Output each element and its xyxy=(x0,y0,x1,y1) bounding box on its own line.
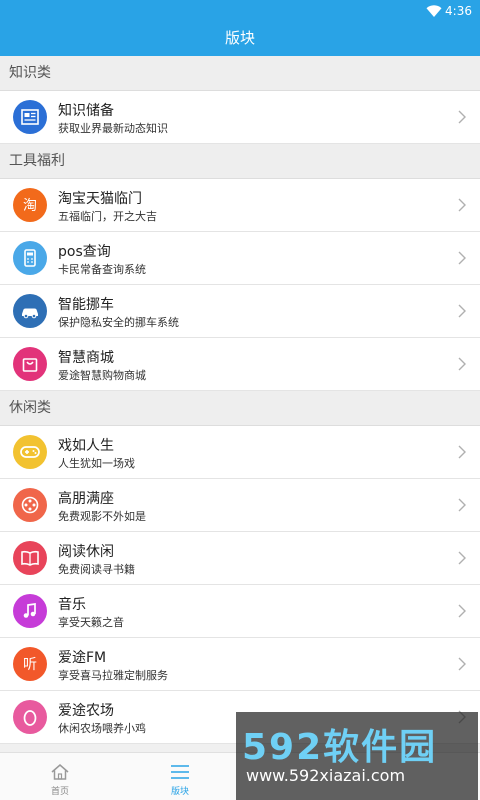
page-title: 版块 xyxy=(0,24,480,56)
item-subtitle: 免费阅读寻书籍 xyxy=(58,563,135,576)
watermark-url: www.592xiazai.com xyxy=(246,766,406,785)
item-subtitle: 卡民常备查询系统 xyxy=(58,263,146,276)
item-subtitle: 享受喜马拉雅定制服务 xyxy=(58,669,168,682)
film-reel-icon xyxy=(13,488,47,522)
item-title: pos查询 xyxy=(58,244,111,260)
chevron-right-icon xyxy=(458,198,466,212)
item-subtitle: 爱途智慧购物商城 xyxy=(58,369,146,382)
svg-text:听: 听 xyxy=(23,657,37,673)
section-header-knowledge: 知识类 xyxy=(0,56,480,91)
list-item-music[interactable]: 音乐 享受天籁之音 xyxy=(0,585,480,638)
list-item-reading[interactable]: 阅读休闲 免费阅读寻书籍 xyxy=(0,532,480,585)
item-subtitle: 保护隐私安全的挪车系统 xyxy=(58,316,179,329)
chevron-right-icon xyxy=(458,498,466,512)
watermark-brand: 592软件园 xyxy=(242,727,438,768)
tab-board-label: 版块 xyxy=(170,787,189,797)
newspaper-icon xyxy=(13,100,47,134)
item-title: 阅读休闲 xyxy=(58,544,114,560)
item-title: 智能挪车 xyxy=(58,297,114,313)
item-title: 知识储备 xyxy=(58,103,114,119)
list-item-knowledge-reserve[interactable]: 知识储备 获取业界最新动态知识 xyxy=(0,91,480,144)
chevron-right-icon xyxy=(458,251,466,265)
list-item-smart-mall[interactable]: 智慧商城 爱途智慧购物商城 xyxy=(0,338,480,391)
shopping-bag-icon xyxy=(13,347,47,381)
music-note-icon xyxy=(13,594,47,628)
status-time: 4:36 xyxy=(445,4,472,18)
chevron-right-icon xyxy=(458,110,466,124)
chevron-right-icon xyxy=(458,304,466,318)
car-icon xyxy=(13,294,47,328)
list-item-pos-query[interactable]: pos查询 卡民常备查询系统 xyxy=(0,232,480,285)
item-title: 智慧商城 xyxy=(58,350,114,366)
taobao-icon: 淘 xyxy=(13,188,47,222)
chevron-right-icon xyxy=(458,604,466,618)
tab-home-label: 首页 xyxy=(50,787,69,797)
svg-text:淘: 淘 xyxy=(23,198,37,214)
item-subtitle: 享受天籁之音 xyxy=(58,616,124,629)
chevron-right-icon xyxy=(458,357,466,371)
chevron-right-icon xyxy=(458,445,466,459)
item-title: 爱途农场 xyxy=(58,703,114,719)
item-title: 爱途FM xyxy=(58,650,107,666)
item-subtitle: 免费观影不外如是 xyxy=(58,510,146,523)
tab-home[interactable]: 首页 xyxy=(0,753,120,800)
list-item-smart-parking[interactable]: 智能挪车 保护隐私安全的挪车系统 xyxy=(0,285,480,338)
item-subtitle: 五福临门，开之大吉 xyxy=(58,210,157,223)
item-title: 戏如人生 xyxy=(58,438,114,454)
wifi-icon xyxy=(426,5,442,17)
status-bar: 4:36 xyxy=(0,0,480,24)
section-header-leisure: 休闲类 xyxy=(0,391,480,426)
section-header-tools: 工具福利 xyxy=(0,144,480,179)
egg-icon xyxy=(13,700,47,734)
list-item-movies[interactable]: 高朋满座 免费观影不外如是 xyxy=(0,479,480,532)
pos-terminal-icon xyxy=(13,241,47,275)
chevron-right-icon xyxy=(458,657,466,671)
list-item-fm[interactable]: 听 爱途FM 享受喜马拉雅定制服务 xyxy=(0,638,480,691)
home-icon xyxy=(51,764,69,780)
tab-board[interactable]: 版块 xyxy=(120,753,240,800)
menu-icon xyxy=(171,765,189,779)
list-item-game[interactable]: 戏如人生 人生犹如一场戏 xyxy=(0,426,480,479)
item-subtitle: 休闲农场喂养小鸡 xyxy=(58,722,146,735)
list-item-taobao[interactable]: 淘 淘宝天猫临门 五福临门，开之大吉 xyxy=(0,179,480,232)
item-subtitle: 人生犹如一场戏 xyxy=(58,457,135,470)
item-title: 高朋满座 xyxy=(58,491,114,507)
board-list[interactable]: 知识类 知识储备 获取业界最新动态知识 工具福利 淘 淘宝天猫临门 五福临门，开… xyxy=(0,56,480,752)
fm-radio-icon: 听 xyxy=(13,647,47,681)
chevron-right-icon xyxy=(458,551,466,565)
item-title: 音乐 xyxy=(58,597,86,613)
item-title: 淘宝天猫临门 xyxy=(58,191,142,207)
watermark-overlay: 592软件园 www.592xiazai.com xyxy=(236,712,478,800)
item-subtitle: 获取业界最新动态知识 xyxy=(58,122,168,135)
book-icon xyxy=(13,541,47,575)
gamepad-icon xyxy=(13,435,47,469)
